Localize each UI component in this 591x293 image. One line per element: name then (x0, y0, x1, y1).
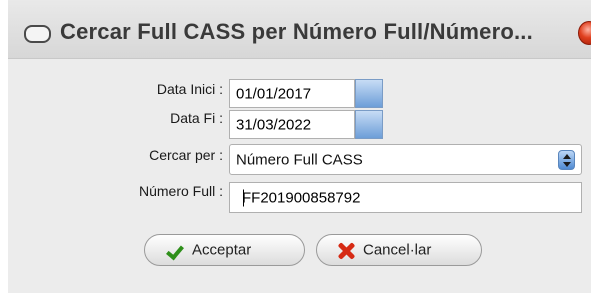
accept-button[interactable]: Acceptar (144, 234, 305, 266)
sheet-number-label: Número Full : (138, 183, 223, 199)
start-date-picker-button[interactable] (355, 79, 383, 108)
text-cursor (243, 189, 244, 206)
start-date-label: Data Inici : (156, 81, 223, 97)
sheet-number-input[interactable]: FF201900858792 (229, 182, 582, 213)
dialog-title: Cercar Full CASS per Número Full/Número.… (60, 19, 533, 44)
search-dialog: Cercar Full CASS per Número Full/Número.… (8, 0, 591, 293)
search-by-label: Cercar per : (149, 147, 223, 163)
end-date-field[interactable]: 31/03/2022 (229, 110, 355, 139)
title-bar: Cercar Full CASS per Número Full/Número.… (8, 0, 591, 58)
cancel-button[interactable]: Cancel·lar (316, 234, 482, 266)
x-icon (337, 242, 355, 260)
start-date-field[interactable]: 01/01/2017 (229, 79, 355, 108)
search-by-select[interactable]: Número Full CASS (229, 144, 582, 175)
end-date-picker-button[interactable] (355, 110, 383, 139)
divider (8, 58, 591, 59)
accept-button-label: Acceptar (192, 241, 252, 259)
start-date-value: 01/01/2017 (236, 85, 312, 102)
end-date-label: Data Fi : (170, 110, 223, 126)
close-icon[interactable] (578, 21, 591, 45)
search-by-value: Número Full CASS (236, 151, 363, 168)
checkmark-icon (167, 242, 185, 260)
window-icon (24, 25, 51, 43)
cancel-button-label: Cancel·lar (363, 241, 432, 259)
select-stepper-icon (558, 150, 575, 170)
sheet-number-value: FF201900858792 (242, 189, 361, 206)
end-date-value: 31/03/2022 (236, 116, 312, 133)
